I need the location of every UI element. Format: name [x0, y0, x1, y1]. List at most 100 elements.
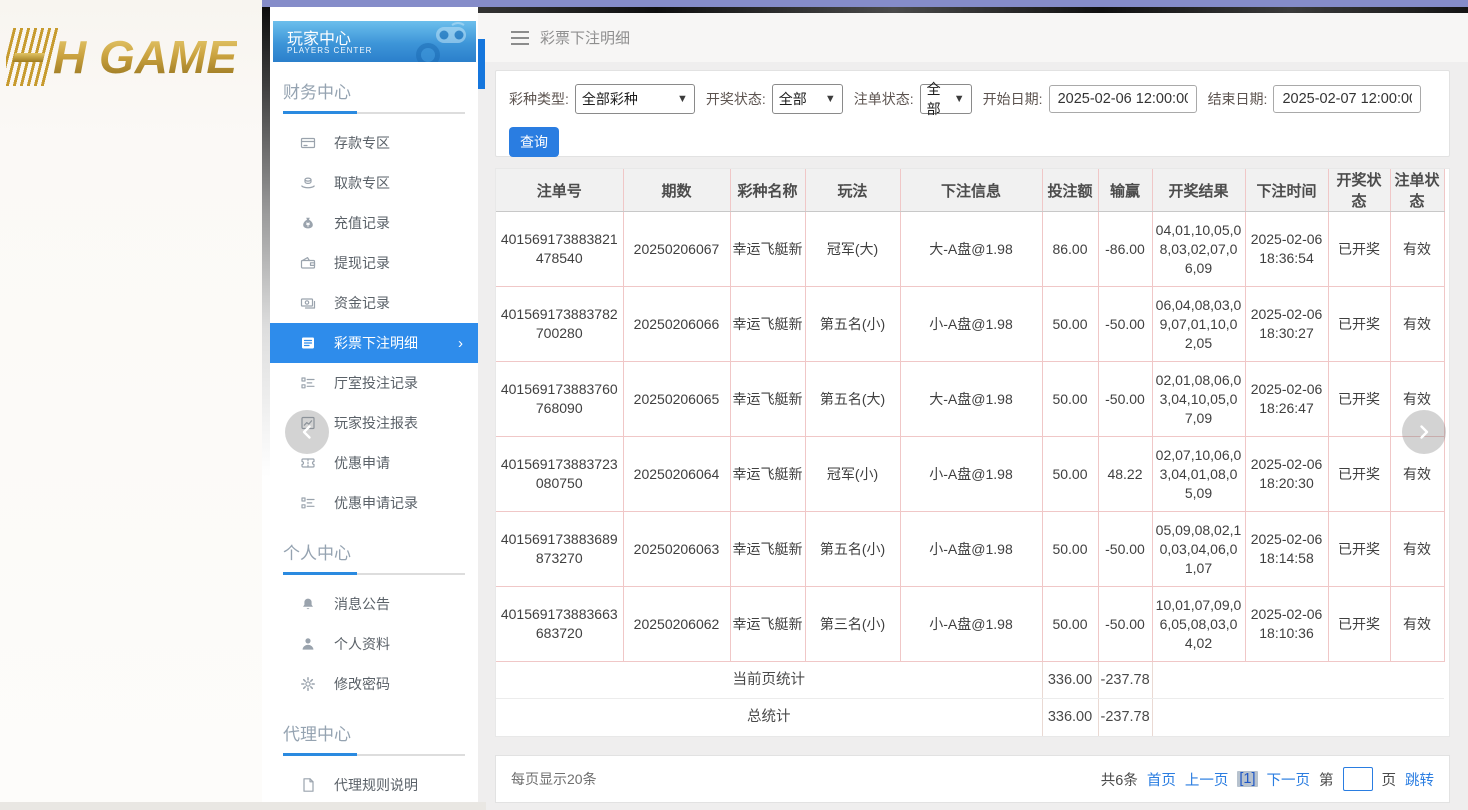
- table-cell: -50.00: [1098, 362, 1152, 437]
- lottery-type-value: 全部彩种: [582, 89, 638, 109]
- table-cell: 50.00: [1042, 512, 1098, 587]
- column-header: 玩法: [805, 169, 900, 212]
- table-cell: 幸运飞艇新: [730, 287, 805, 362]
- lottery-type-select[interactable]: 全部彩种 ▼: [575, 84, 695, 114]
- sidebar-item-label: 资金记录: [334, 293, 390, 313]
- table-cell: 20250206064: [623, 437, 730, 512]
- end-date-input[interactable]: [1273, 85, 1421, 113]
- table-cell: 小-A盘@1.98: [900, 287, 1042, 362]
- main-content: 彩票下注明细 彩种类型: 全部彩种 ▼ 开奖状态: 全部 ▼ 注单状态: 全部 …: [478, 13, 1468, 810]
- table-cell: 2025-02-06 18:14:58: [1245, 512, 1328, 587]
- table-row: 40156917388368987327020250206063幸运飞艇新第五名…: [496, 512, 1444, 587]
- collapse-left-button[interactable]: [285, 410, 329, 454]
- sidebar-item-label: 修改密码: [334, 674, 390, 694]
- draw-status-label: 开奖状态:: [706, 89, 766, 109]
- table-cell: -50.00: [1098, 587, 1152, 662]
- bet-detail-icon: [300, 335, 316, 351]
- first-page-link[interactable]: 首页: [1147, 769, 1176, 790]
- search-button[interactable]: 查询: [509, 127, 559, 157]
- table-cell: 50.00: [1042, 287, 1098, 362]
- sidebar-item-label: 彩票下注明细: [334, 333, 418, 353]
- sidebar-item-label: 存款专区: [334, 133, 390, 153]
- sidebar-section-title: 财务中心: [283, 78, 465, 103]
- summary-row: 总统计336.00-237.78: [496, 699, 1444, 736]
- table-cell: 20250206067: [623, 212, 730, 287]
- sidebar-section-title: 代理中心: [283, 720, 465, 745]
- table-cell: 02,01,08,06,03,04,10,05,07,09: [1152, 362, 1245, 437]
- table-cell: 401569173883663683720: [496, 587, 623, 662]
- table-cell: 冠军(小): [805, 437, 900, 512]
- draw-status-select[interactable]: 全部 ▼: [772, 84, 843, 114]
- top-strip: [262, 0, 1468, 7]
- table-cell: 48.22: [1098, 437, 1152, 512]
- room-list-icon: [300, 375, 316, 391]
- draw-status-value: 全部: [779, 89, 807, 109]
- column-header: 下注时间: [1245, 169, 1328, 212]
- table-cell: 2025-02-06 18:36:54: [1245, 212, 1328, 287]
- next-page-link[interactable]: 下一页: [1267, 769, 1311, 790]
- person-icon: [300, 636, 316, 652]
- summary-row: 当前页统计336.00-237.78: [496, 662, 1444, 699]
- column-header: 开奖结果: [1152, 169, 1245, 212]
- table-cell: 幸运飞艇新: [730, 212, 805, 287]
- table-cell: 50.00: [1042, 362, 1098, 437]
- table-cell: 10,01,07,09,06,05,08,03,04,02: [1152, 587, 1245, 662]
- hamburger-menu-icon[interactable]: [511, 31, 529, 45]
- summary-bet-total: 336.00: [1042, 662, 1098, 699]
- prev-page-link[interactable]: 上一页: [1185, 769, 1229, 790]
- table-header-row: 注单号期数彩种名称玩法下注信息投注额输赢开奖结果下注时间开奖状态注单状态: [496, 169, 1444, 212]
- summary-winloss-total: -237.78: [1098, 699, 1152, 736]
- end-date-label: 结束日期:: [1208, 89, 1268, 109]
- page-number-input[interactable]: [1343, 767, 1373, 791]
- pagination-bar: 每页显示20条 共6条 首页 上一页 [1] 下一页 第 页 跳转: [495, 755, 1450, 803]
- sidebar-item-取款专区[interactable]: 取款专区: [270, 163, 478, 203]
- blue-accent-tick: [478, 39, 485, 89]
- table-cell: 20250206066: [623, 287, 730, 362]
- document-icon: [300, 777, 316, 793]
- column-header: 彩种名称: [730, 169, 805, 212]
- sidebar-item-厅室投注记录[interactable]: 厅室投注记录: [270, 363, 478, 403]
- table-cell: 有效: [1390, 512, 1444, 587]
- table-cell: 已开奖: [1328, 362, 1390, 437]
- summary-winloss-total: -237.78: [1098, 662, 1152, 699]
- table-cell: 401569173883723080750: [496, 437, 623, 512]
- sidebar-section: 财务中心存款专区取款专区充值记录提现记录资金记录彩票下注明细 › 厅室投注记录玩家投…: [270, 78, 478, 523]
- sidebar-dark-edge: [262, 7, 270, 477]
- chevron-down-icon: ▼: [825, 93, 836, 105]
- sidebar-item-彩票下注明细[interactable]: 彩票下注明细 ›: [270, 323, 478, 363]
- sidebar-item-消息公告[interactable]: 消息公告: [270, 584, 478, 624]
- sidebar-section-title: 个人中心: [283, 539, 465, 564]
- table-cell: 401569173883782700280: [496, 287, 623, 362]
- page-title: 彩票下注明细: [540, 27, 630, 48]
- column-header: 投注额: [1042, 169, 1098, 212]
- table-cell: 幸运飞艇新: [730, 512, 805, 587]
- current-page-indicator[interactable]: [1]: [1237, 771, 1257, 787]
- column-header: 输赢: [1098, 169, 1152, 212]
- order-status-select[interactable]: 全部 ▼: [920, 84, 972, 114]
- sidebar-item-优惠申请记录[interactable]: 优惠申请记录: [270, 483, 478, 523]
- table-cell: -86.00: [1098, 212, 1152, 287]
- sidebar-item-修改密码[interactable]: 修改密码: [270, 664, 478, 704]
- lottery-type-label: 彩种类型:: [509, 89, 569, 109]
- sidebar-item-label: 玩家投注报表: [334, 413, 418, 433]
- table-cell: 第五名(小): [805, 512, 900, 587]
- chevron-right-icon: ›: [458, 336, 478, 351]
- start-date-input[interactable]: [1049, 85, 1197, 113]
- sidebar-section: 个人中心消息公告个人资料修改密码: [270, 539, 478, 704]
- sidebar-item-存款专区[interactable]: 存款专区: [270, 123, 478, 163]
- expand-right-button[interactable]: [1402, 410, 1446, 454]
- sidebar-item-充值记录[interactable]: 充值记录: [270, 203, 478, 243]
- jump-link[interactable]: 跳转: [1405, 769, 1434, 790]
- sidebar-item-代理规则说明[interactable]: 代理规则说明: [270, 765, 478, 805]
- table-cell: 已开奖: [1328, 512, 1390, 587]
- coupon-list-icon: [300, 495, 316, 511]
- sidebar-item-资金记录[interactable]: 资金记录: [270, 283, 478, 323]
- column-header: 期数: [623, 169, 730, 212]
- sidebar-item-提现记录[interactable]: 提现记录: [270, 243, 478, 283]
- deposit-card-icon: [300, 135, 316, 151]
- section-divider: [283, 573, 465, 575]
- sidebar-item-label: 取款专区: [334, 173, 390, 193]
- sidebar-item-个人资料[interactable]: 个人资料: [270, 624, 478, 664]
- table-cell: 02,07,10,06,03,04,01,08,05,09: [1152, 437, 1245, 512]
- table-cell: 已开奖: [1328, 287, 1390, 362]
